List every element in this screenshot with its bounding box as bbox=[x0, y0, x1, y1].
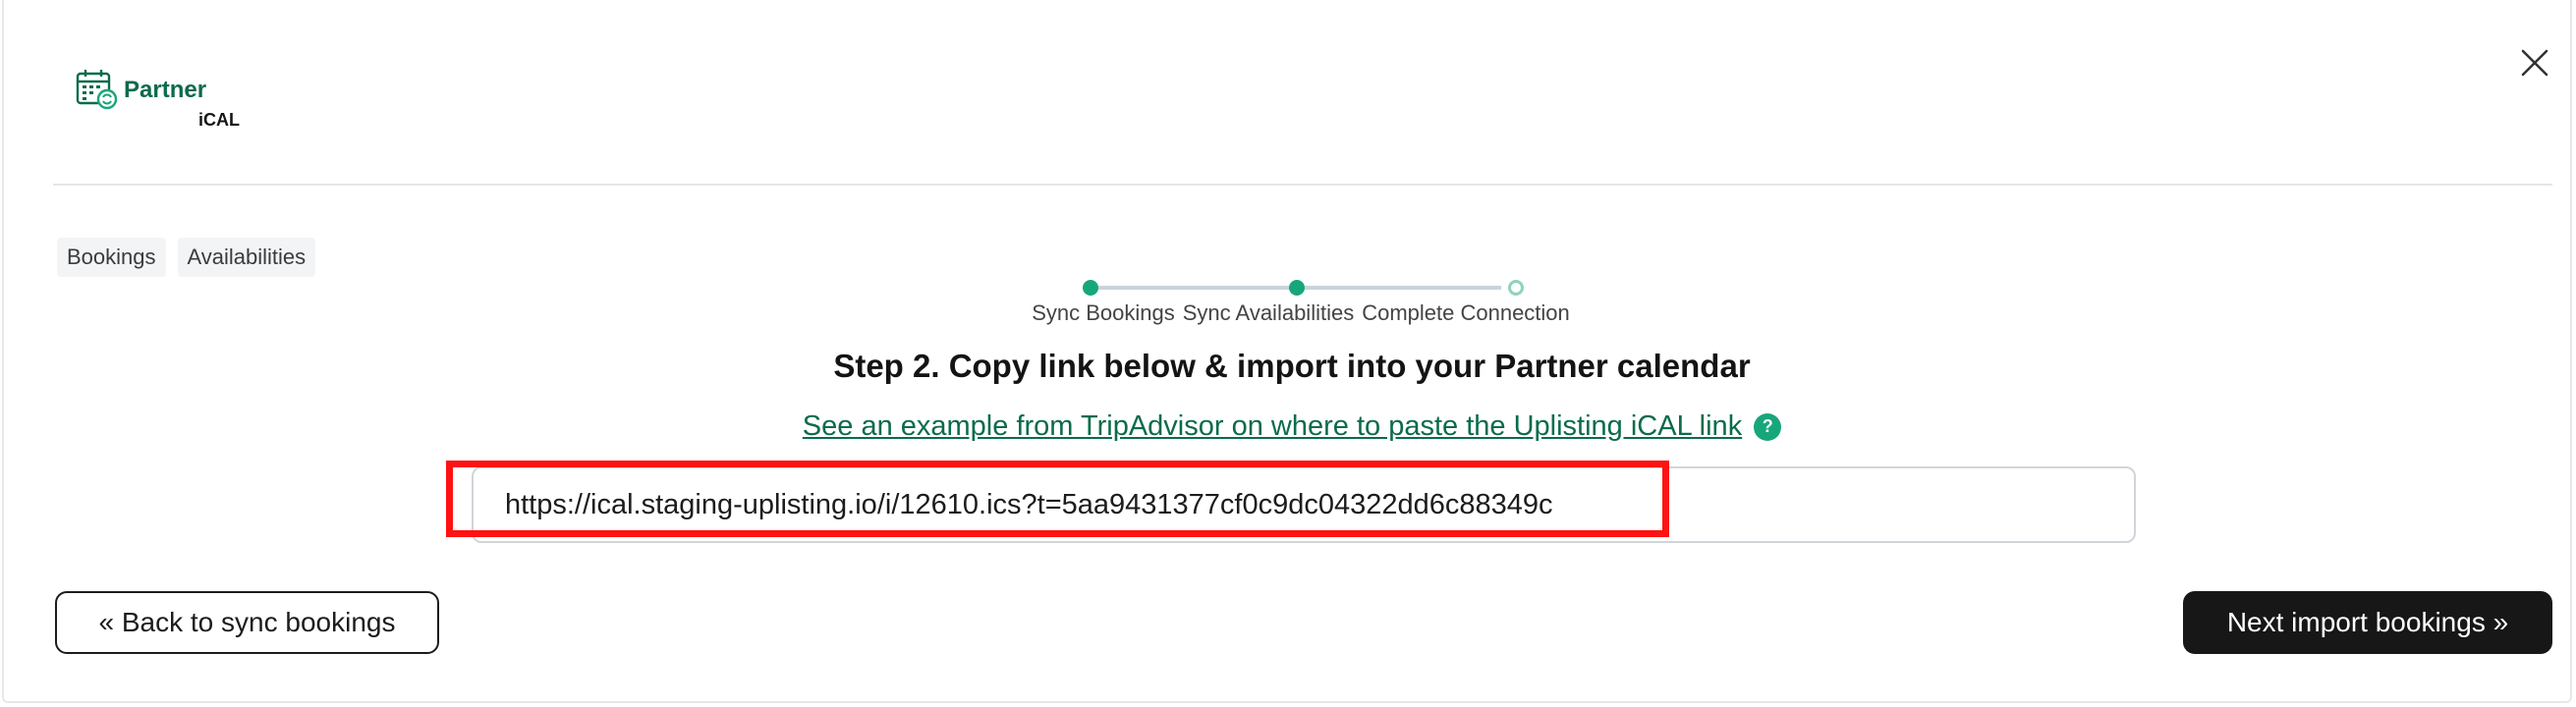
step-dot-completed bbox=[1083, 280, 1098, 296]
tab-bar: Bookings Availabilities bbox=[57, 238, 316, 277]
partner-ical-logo: Partner iCAL bbox=[75, 65, 261, 134]
tab-bookings[interactable]: Bookings bbox=[57, 238, 166, 277]
help-icon[interactable]: ? bbox=[1754, 412, 1782, 441]
step-labels: Sync Bookings Sync Availabilities Comple… bbox=[1006, 300, 1596, 326]
header-divider bbox=[53, 184, 2552, 186]
close-button[interactable] bbox=[2515, 43, 2554, 82]
step-connector bbox=[1091, 286, 1297, 290]
step-label-complete-connection: Complete Connection bbox=[1362, 300, 1570, 325]
step-dot-pending bbox=[1508, 280, 1524, 296]
calendar-sync-icon bbox=[75, 67, 118, 110]
step-label-sync-bookings: Sync Bookings bbox=[1032, 300, 1175, 325]
logo-title: Partner bbox=[124, 77, 207, 103]
next-import-bookings-button[interactable]: Next import bookings » bbox=[2183, 591, 2552, 654]
step-connector bbox=[1297, 286, 1501, 290]
step-title: Step 2. Copy link below & import into yo… bbox=[833, 348, 1751, 384]
example-row: See an example from TripAdvisor on where… bbox=[4, 410, 2576, 443]
back-to-sync-bookings-button[interactable]: « Back to sync bookings bbox=[55, 591, 439, 654]
progress-stepper: Sync Bookings Sync Availabilities Comple… bbox=[1006, 275, 1596, 334]
step-dot-current bbox=[1289, 280, 1305, 296]
close-icon bbox=[2521, 49, 2548, 77]
logo-subtitle: iCAL bbox=[198, 110, 240, 130]
step-label-sync-availabilities: Sync Availabilities bbox=[1182, 300, 1355, 325]
partner-ical-modal: Partner iCAL Bookings Availabilities Syn… bbox=[2, 0, 2572, 703]
tab-availabilities[interactable]: Availabilities bbox=[177, 238, 316, 277]
ical-url-field[interactable] bbox=[472, 466, 2136, 543]
tripadvisor-example-link[interactable]: See an example from TripAdvisor on where… bbox=[803, 410, 1742, 443]
